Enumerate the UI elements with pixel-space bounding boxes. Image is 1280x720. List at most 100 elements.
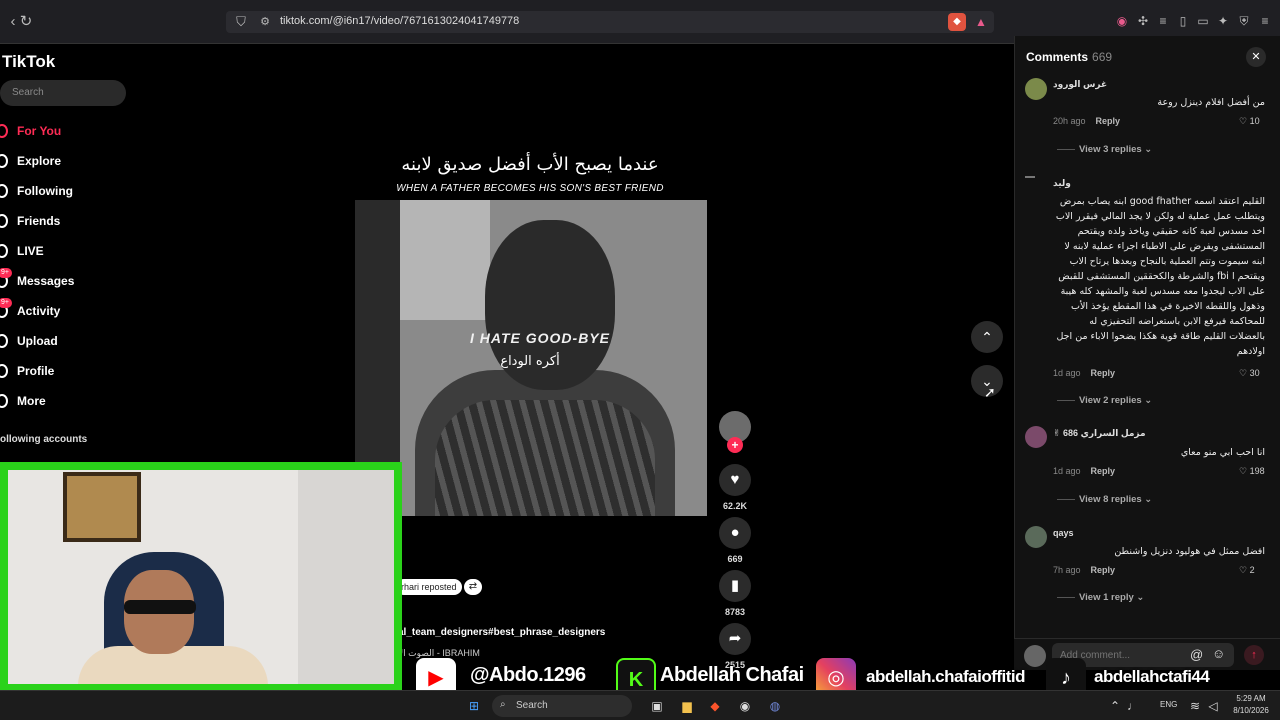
sidebar-item-label: More: [17, 394, 46, 408]
previous-video-button[interactable]: ⌃: [971, 321, 1003, 353]
site-settings-icon[interactable]: ⚙: [256, 13, 274, 31]
view-replies-label: View 1 reply: [1079, 592, 1134, 603]
view-replies-button[interactable]: View 1 reply ⌄: [1057, 592, 1144, 603]
menu-list-icon[interactable]: ≡: [1155, 13, 1171, 29]
comment-username[interactable]: وليد: [1053, 178, 1071, 189]
tray-chevron-icon[interactable]: ⌃: [1106, 697, 1124, 715]
comment-time: 1d ago: [1053, 466, 1081, 476]
clock-time: 5:29 AM: [1236, 694, 1266, 703]
more-icon: [0, 394, 8, 408]
discord-icon[interactable]: ◍: [766, 697, 784, 715]
youtube-handle: @Abdo.1296: [470, 664, 586, 686]
view-replies-button[interactable]: View 3 replies ⌄: [1057, 144, 1152, 155]
comment-time: 1d ago: [1053, 368, 1081, 378]
sidebar-item-label: LIVE: [17, 244, 44, 258]
close-icon[interactable]: ✕: [1246, 47, 1266, 67]
video-subtitle-arabic: أكره الوداع: [500, 354, 560, 369]
obs-icon[interactable]: ◉: [736, 697, 754, 715]
repost-label[interactable]: rhari reposted: [396, 579, 462, 595]
file-explorer-icon[interactable]: ▆: [678, 697, 696, 715]
comment-meta: 7h ago Reply: [1053, 565, 1115, 575]
sidebar-item-for-you[interactable]: For You: [0, 120, 140, 144]
reply-button[interactable]: Reply: [1091, 466, 1116, 476]
taskbar-search[interactable]: ⌕ Search: [492, 695, 632, 717]
video-window-light: [400, 200, 490, 320]
taskbar-search-label: Search: [516, 700, 548, 711]
comment-avatar[interactable]: [1025, 526, 1047, 548]
clock[interactable]: 5:29 AM 8/10/2026: [1226, 693, 1276, 717]
friends-icon: [0, 214, 8, 228]
view-replies-button[interactable]: View 2 replies ⌄: [1057, 395, 1152, 406]
share-button[interactable]: ➦: [719, 623, 751, 655]
comment-like[interactable]: ♡ 198: [1239, 466, 1265, 477]
comment-count: 669: [727, 554, 743, 564]
puzzle-icon[interactable]: ✣: [1135, 13, 1151, 29]
upload-icon: [0, 334, 8, 348]
comment-text: افضل ممثل في هوليود دنزيل واشنطن: [1114, 546, 1265, 557]
hamburger-icon[interactable]: ≡: [1257, 13, 1273, 29]
reply-button[interactable]: Reply: [1091, 565, 1116, 575]
brave-icon[interactable]: ◆: [706, 697, 724, 715]
sidebar-item-activity[interactable]: 9+ Activity: [0, 298, 140, 324]
sidebar-item-following[interactable]: Following: [0, 180, 140, 204]
comment-like[interactable]: ♡ 2: [1239, 565, 1255, 576]
sidebar-item-more[interactable]: More: [0, 390, 140, 414]
microphone-icon[interactable]: ♩: [1124, 697, 1142, 715]
repost-icon[interactable]: ⇄: [464, 579, 482, 595]
address-bar[interactable]: ⛉ ⚙ tiktok.com/@i6n17/video/767161302404…: [226, 11, 994, 33]
windows-start-icon[interactable]: ⊞: [465, 697, 483, 715]
comment-button[interactable]: ●: [719, 517, 751, 549]
like-button[interactable]: ♥: [719, 464, 751, 496]
reload-icon[interactable]: ↻: [15, 11, 37, 33]
video-title-english: WHEN A FATHER BECOMES HIS SON'S BEST FRI…: [396, 183, 664, 194]
sidebar-item-messages[interactable]: 9+ Messages: [0, 268, 140, 294]
bookmark-icon[interactable]: ⛉: [232, 13, 250, 31]
send-icon[interactable]: ↑: [1244, 645, 1264, 665]
wallet-icon[interactable]: ▭: [1195, 13, 1211, 29]
reply-button[interactable]: Reply: [1096, 116, 1121, 126]
sidebar-item-upload[interactable]: Upload: [0, 330, 140, 354]
url-text[interactable]: tiktok.com/@i6n17/video/7671613024041749…: [280, 15, 519, 27]
tiktok-logo[interactable]: TikTok: [2, 52, 55, 72]
comment-username[interactable]: qays: [1053, 528, 1074, 538]
search-placeholder: Search: [12, 87, 44, 98]
rewards-icon[interactable]: ▲: [972, 13, 990, 31]
comment-avatar[interactable]: [1025, 78, 1047, 100]
search-input[interactable]: Search: [0, 80, 126, 106]
comment-meta: 1d ago Reply: [1053, 466, 1115, 476]
sidebar-item-label: For You: [17, 124, 62, 138]
profile-icon: [0, 364, 8, 378]
video-subtitle-english: I HATE GOOD-BYE: [470, 330, 610, 346]
tiktok-handle: abdellahctafi44: [1094, 667, 1210, 686]
task-view-icon[interactable]: ▣: [648, 697, 666, 715]
vpn-icon[interactable]: ⛨: [1236, 13, 1252, 29]
comment-username[interactable]: غرس الورود: [1053, 79, 1107, 90]
volume-icon[interactable]: ◁: [1204, 697, 1222, 715]
comment-like-count: 198: [1249, 466, 1265, 476]
reply-button[interactable]: Reply: [1091, 368, 1116, 378]
video-shirt-pattern: [435, 400, 655, 516]
comment-like[interactable]: ♡ 10: [1239, 116, 1260, 127]
comment-avatar[interactable]: [1025, 176, 1035, 178]
ai-icon[interactable]: ✦: [1215, 13, 1231, 29]
windows-taskbar: ⊞ ⌕ Search ▣ ▆ ◆ ◉ ◍ ⌃ ♩ ENG ≋ ◁ 5:29 AM…: [0, 690, 1280, 720]
sidebar-item-explore[interactable]: Explore: [0, 150, 140, 174]
sidebar-item-label: Friends: [17, 214, 61, 228]
comment-avatar[interactable]: [1025, 426, 1047, 448]
language-indicator[interactable]: ENG: [1160, 700, 1177, 709]
save-button[interactable]: ▮: [719, 570, 751, 602]
sidebar-item-friends[interactable]: Friends: [0, 210, 140, 234]
sidebar-item-label: Explore: [17, 154, 62, 168]
comment-like[interactable]: ♡ 30: [1239, 368, 1260, 379]
wifi-icon[interactable]: ≋: [1186, 697, 1204, 715]
comment-username[interactable]: مزمل السراري 686 ✌: [1053, 428, 1146, 439]
follow-plus-icon[interactable]: +: [727, 437, 743, 453]
sidebar-icon[interactable]: ▯: [1175, 13, 1191, 29]
brave-shield-icon[interactable]: ◆: [948, 13, 966, 31]
sidebar-item-profile[interactable]: Profile: [0, 360, 140, 384]
video-hashtags[interactable]: al_team_designers#best_phrase_designers: [398, 627, 605, 638]
save-count: 8783: [724, 607, 746, 617]
sidebar-item-live[interactable]: LIVE: [0, 240, 140, 264]
extension-icon[interactable]: ◉: [1114, 13, 1130, 29]
view-replies-button[interactable]: View 8 replies ⌄: [1057, 494, 1152, 505]
